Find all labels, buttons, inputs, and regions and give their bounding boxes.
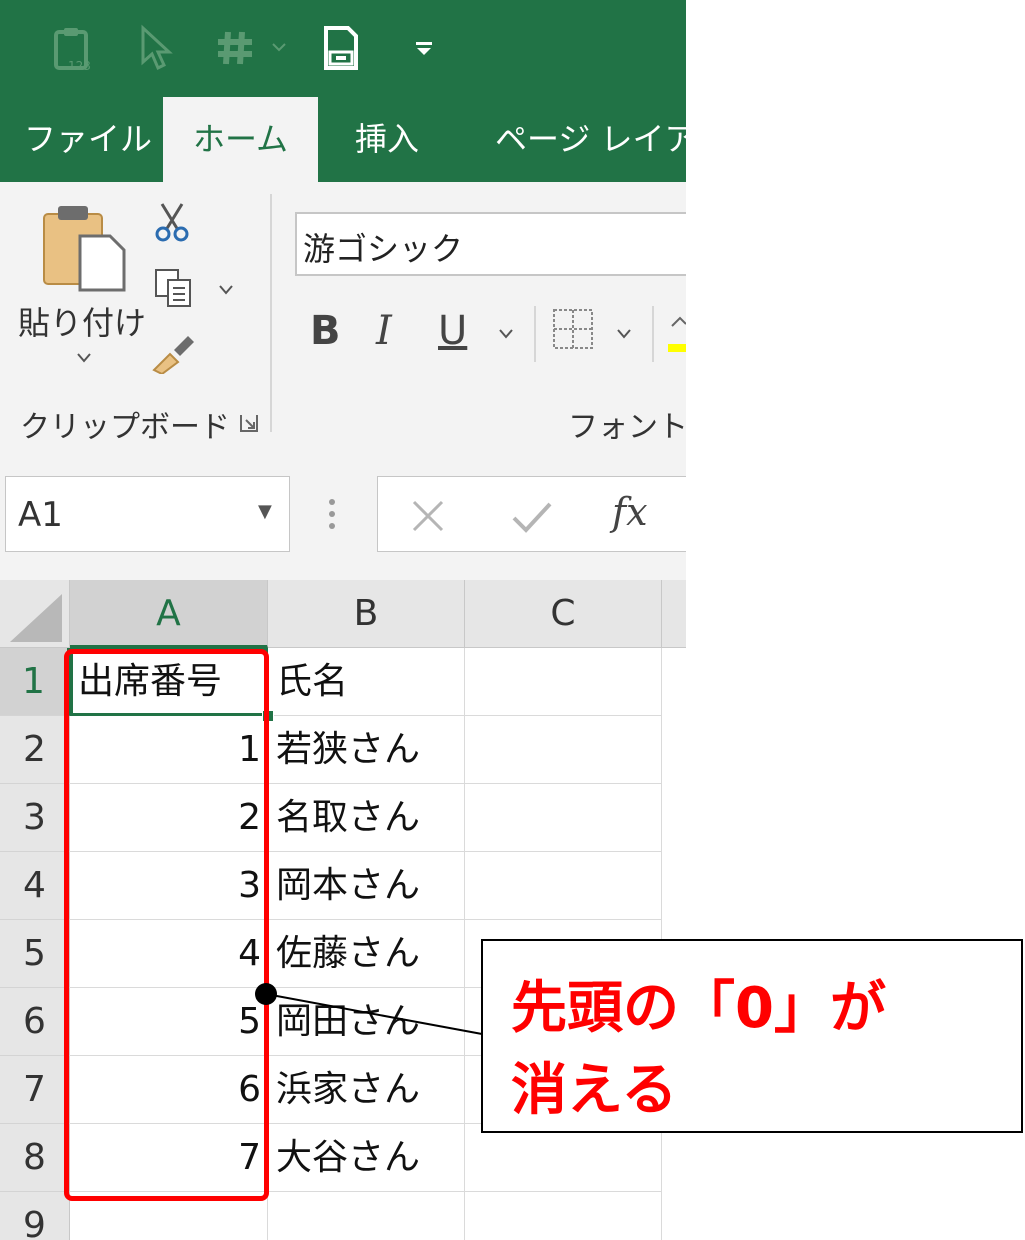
name-box[interactable]: A1 ▼ <box>5 476 290 552</box>
group-separator <box>652 306 654 362</box>
enter-check-icon[interactable] <box>510 496 554 536</box>
cell-b9[interactable] <box>268 1192 465 1240</box>
chevron-down-icon[interactable] <box>74 350 94 366</box>
name-box-value: A1 <box>18 495 63 535</box>
chevron-down-icon[interactable] <box>496 326 516 342</box>
tab-page-layout[interactable]: ページ レイアウ <box>495 97 686 182</box>
group-separator <box>270 194 272 432</box>
chevron-down-icon[interactable]: ▼ <box>258 501 272 522</box>
ribbon-tabs: ファイル ホーム 挿入 ページ レイアウ <box>0 97 686 182</box>
select-all-corner[interactable] <box>0 580 70 648</box>
bold-button[interactable]: B <box>310 308 341 354</box>
row-header[interactable]: 1 <box>0 648 70 716</box>
tab-file[interactable]: ファイル <box>24 97 152 182</box>
italic-button[interactable]: I <box>376 308 392 354</box>
annotation-callout: 先頭の「0」が 消える <box>481 939 1023 1133</box>
cell-c3[interactable] <box>465 784 662 852</box>
row-header[interactable]: 4 <box>0 852 70 920</box>
font-name-box[interactable]: 游ゴシック <box>295 212 686 276</box>
select-all-triangle-icon <box>10 594 62 642</box>
cell-b2[interactable]: 若狭さん <box>268 716 465 784</box>
cell-c2[interactable] <box>465 716 662 784</box>
row-header[interactable]: 2 <box>0 716 70 784</box>
chevron-down-icon[interactable] <box>270 38 288 56</box>
cell-b5[interactable]: 佐藤さん <box>268 920 465 988</box>
copy-icon[interactable] <box>152 266 196 310</box>
underline-button[interactable]: U <box>438 308 467 354</box>
row-header[interactable]: 5 <box>0 920 70 988</box>
svg-text:123: 123 <box>68 59 91 72</box>
paste-button-label[interactable]: 貼り付け <box>18 298 146 344</box>
hash-format-icon[interactable] <box>212 24 260 72</box>
row-header[interactable]: 9 <box>0 1192 70 1240</box>
drag-handle-icon[interactable] <box>322 496 342 532</box>
cell-b6[interactable]: 岡田さん <box>268 988 465 1056</box>
row-header[interactable]: 3 <box>0 784 70 852</box>
font-group-label: フォント <box>568 410 686 445</box>
paste-icon[interactable] <box>38 200 130 295</box>
clipboard-group-label: クリップボード <box>20 410 230 445</box>
column-header-d[interactable] <box>662 580 686 648</box>
dialog-launcher-icon[interactable] <box>238 412 260 434</box>
chevron-down-icon[interactable] <box>216 282 236 298</box>
callout-text-line1: 先頭の「0」が <box>511 976 886 1041</box>
cell-b8[interactable]: 大谷さん <box>268 1124 465 1192</box>
cell-b3[interactable]: 名取さん <box>268 784 465 852</box>
cell-c8[interactable] <box>465 1124 662 1192</box>
paste-values-icon[interactable]: 123 <box>50 24 98 72</box>
cut-icon[interactable] <box>150 200 194 244</box>
row-header[interactable]: 6 <box>0 988 70 1056</box>
print-preview-icon[interactable] <box>318 24 366 72</box>
quick-access-toolbar: 123 <box>0 0 686 97</box>
select-pointer-icon[interactable] <box>135 24 183 72</box>
chevron-down-icon[interactable] <box>614 326 634 342</box>
row-header[interactable]: 7 <box>0 1056 70 1124</box>
font-name-value: 游ゴシック <box>303 230 464 268</box>
group-separator <box>534 306 536 362</box>
cancel-icon[interactable] <box>408 496 448 536</box>
fill-color-icon[interactable] <box>668 312 686 354</box>
callout-text-line2: 消える <box>511 1058 678 1123</box>
customize-toolbar-icon[interactable] <box>412 36 436 60</box>
cell-c9[interactable] <box>465 1192 662 1240</box>
tab-home[interactable]: ホーム <box>163 97 318 182</box>
cell-c4[interactable] <box>465 852 662 920</box>
cell-b1[interactable]: 氏名 <box>268 648 465 716</box>
format-painter-icon[interactable] <box>150 330 198 374</box>
column-header-b[interactable]: B <box>268 580 465 648</box>
column-header-a[interactable]: A <box>70 580 268 648</box>
cell-b4[interactable]: 岡本さん <box>268 852 465 920</box>
cell-c1[interactable] <box>465 648 662 716</box>
cell-b7[interactable]: 浜家さん <box>268 1056 465 1124</box>
insert-function-button[interactable]: fx <box>612 490 648 534</box>
tab-insert[interactable]: 挿入 <box>355 97 419 182</box>
column-header-c[interactable]: C <box>465 580 662 648</box>
borders-icon[interactable] <box>552 308 594 350</box>
highlight-box <box>64 649 269 1201</box>
row-header[interactable]: 8 <box>0 1124 70 1192</box>
